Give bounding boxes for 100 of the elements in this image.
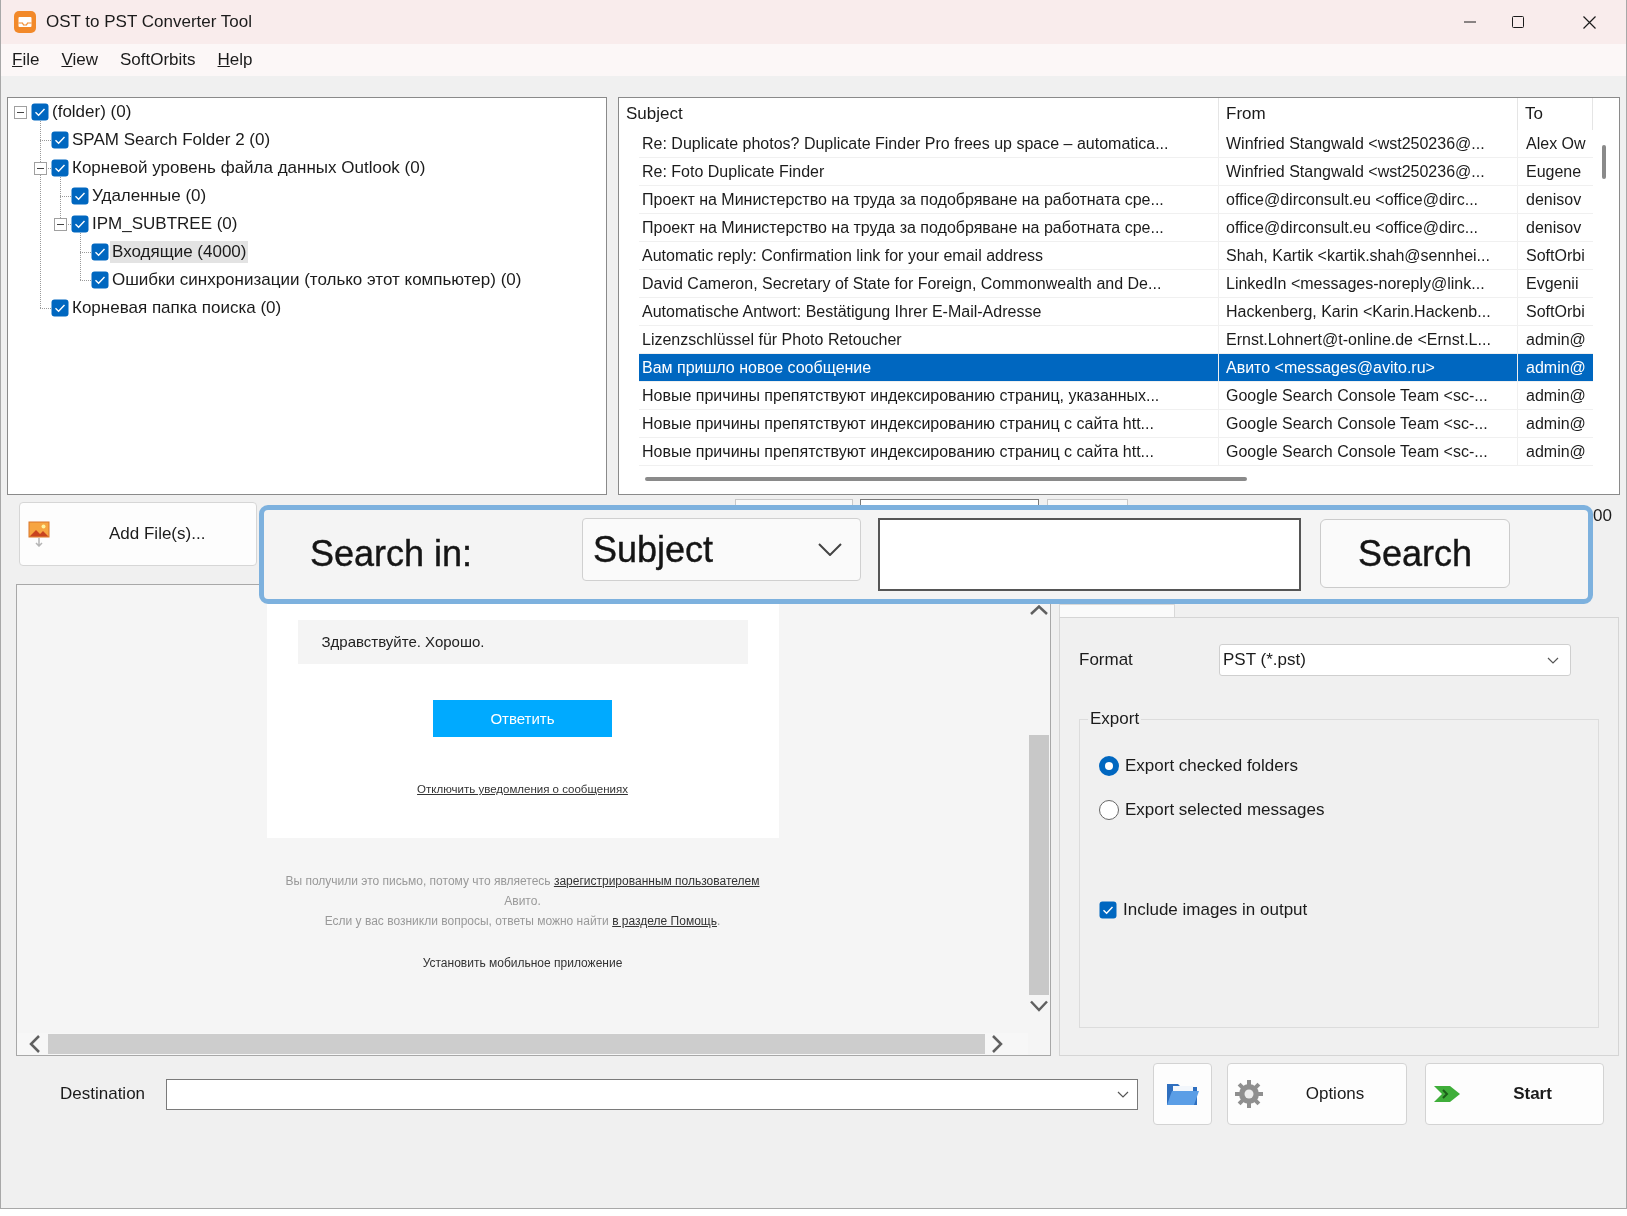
search-label: Search in: — [310, 535, 474, 573]
checkbox[interactable] — [91, 271, 109, 289]
folder-label[interactable]: Корневая папка поиска (0) — [70, 296, 284, 320]
menu-item[interactable]: View — [50, 49, 109, 71]
checkbox[interactable] — [91, 243, 109, 261]
quoted-text: Здравствуйте. Хорошо. — [297, 620, 748, 664]
checkbox[interactable] — [1099, 901, 1117, 919]
start-button[interactable]: Start — [1425, 1063, 1604, 1125]
column-header[interactable]: Subject — [619, 98, 1219, 130]
table-cell-text: Eugene — [1525, 162, 1583, 182]
table-cell-text: Alex Ow — [1525, 134, 1587, 154]
minus-box-icon[interactable] — [54, 217, 67, 231]
table-cell: Shah, Kartik <kartik.shah@sennhei... — [1219, 242, 1518, 269]
checkbox[interactable] — [31, 103, 49, 121]
message-row[interactable]: Новые причины препятствуют индексированию страниц с сайта htt... Google Search Console Team <sc-... admin@ — [639, 410, 1593, 438]
chevron-down-icon[interactable] — [1547, 656, 1559, 664]
table-cell-text: denisov — [1525, 218, 1583, 238]
menu-item[interactable]: SoftOrbits — [108, 49, 207, 71]
table-cell-text: SoftOrbi — [1525, 302, 1586, 322]
browse-button[interactable] — [1153, 1063, 1212, 1125]
table-cell: David Cameron, Secretary of State for Foreign, Commonwealth and De... — [639, 270, 1219, 297]
table-cell: Вам пришло новое сообщение — [639, 354, 1219, 381]
table-cell-text: admin@ — [1525, 358, 1587, 378]
destination-label: Destination — [60, 1083, 147, 1105]
close-icon[interactable] — [1583, 15, 1596, 29]
table-cell: Google Search Console Team <sc-... — [1219, 438, 1518, 465]
message-row[interactable]: Новые причины препятствуют индексированию страниц с сайта htt... Google Search Console Team <sc-... admin@ — [639, 438, 1593, 466]
folder-label[interactable]: (folder) (0) — [50, 100, 134, 124]
checkbox[interactable] — [51, 299, 69, 317]
table-cell-text: Evgenii — [1525, 274, 1580, 294]
table-cell: Ernst.Lohnert@t-online.de <Ernst.L... — [1219, 326, 1518, 353]
option-label[interactable]: Export checked folders — [1125, 755, 1298, 777]
menu-item[interactable]: File — [1, 49, 51, 71]
chevron-down-icon[interactable] — [818, 543, 842, 556]
table-cell: Новые причины препятствуют индексированию страниц, указанных... — [639, 382, 1219, 409]
option-label[interactable]: Export selected messages — [1125, 799, 1325, 821]
table-cell: Winfried Stangwald <wst250236@... — [1219, 130, 1518, 157]
unsubscribe-link[interactable]: Отключить уведомления о сообщениях — [417, 783, 628, 795]
folder-label[interactable]: Ошибки синхронизации (только этот компьютер) (0) — [110, 268, 524, 292]
column-header[interactable]: From — [1219, 98, 1518, 130]
message-row[interactable]: Re: Foto Duplicate Finder Winfried Stangwald <wst250236@... Eugene — [639, 158, 1593, 186]
message-row[interactable]: Automatic reply: Confirmation link for your email address Shah, Kartik <kartik.shah@sennhei... SoftOrbi — [639, 242, 1593, 270]
checkbox[interactable] — [51, 131, 69, 149]
maximize-icon[interactable] — [1512, 16, 1524, 28]
scrollbar-thumb[interactable] — [48, 1034, 985, 1054]
message-row[interactable]: Проект на Министерство на труда за подобряване на работната сре... office@dirconsult.eu <office@dirc... denisov — [639, 214, 1593, 242]
field-select[interactable]: Subject — [582, 518, 861, 581]
message-row[interactable]: Automatische Antwort: Bestätigung Ihrer E-Mail-Adresse Hackenberg, Karin <Karin.Hackenb... SoftOrbi — [639, 298, 1593, 326]
arrow-right-icon — [1434, 1084, 1462, 1104]
checkbox[interactable] — [51, 159, 69, 177]
tab[interactable] — [860, 499, 1039, 505]
destination-field[interactable] — [166, 1078, 1138, 1110]
install-app-link[interactable]: Установить мобильное приложение — [422, 956, 623, 970]
radio-button[interactable] — [1099, 800, 1119, 820]
footer-link[interactable]: в разделе Помощь — [612, 914, 717, 928]
chevron-left-icon[interactable] — [29, 1035, 40, 1053]
chevron-down-icon[interactable] — [1117, 1090, 1129, 1098]
chevron-up-icon[interactable] — [1030, 605, 1048, 615]
options-button[interactable]: Options — [1227, 1063, 1407, 1125]
folder-label[interactable]: SPAM Search Folder 2 (0) — [70, 128, 273, 152]
table-cell: Winfried Stangwald <wst250236@... — [1219, 158, 1518, 185]
folder-label[interactable]: Удаленные (0) — [90, 184, 209, 208]
search-field[interactable] — [878, 518, 1301, 591]
checkbox[interactable] — [71, 187, 89, 205]
format-select[interactable]: PST (*.pst) — [1219, 644, 1571, 676]
add-files-button[interactable]: Add File(s)... — [19, 502, 257, 566]
scrollbar-thumb[interactable] — [645, 477, 1247, 481]
footer-link[interactable]: зарегистрированным пользователем — [553, 874, 760, 888]
table-cell: Авито <messages@avito.ru> — [1219, 354, 1518, 381]
minus-box-icon[interactable] — [14, 105, 27, 119]
table-cell: Новые причины препятствуют индексированию страниц с сайта htt... — [639, 410, 1219, 437]
table-cell: office@dirconsult.eu <office@dirc... — [1219, 186, 1518, 213]
message-row[interactable]: Вам пришло новое сообщение Авито <messages@avito.ru> admin@ — [639, 354, 1593, 382]
menu-item[interactable]: Help — [206, 49, 264, 71]
message-row[interactable]: Проект на Министерство на труда за подобряване на работната сре... office@dirconsult.eu <office@dirc... denisov — [639, 186, 1593, 214]
checkbox[interactable] — [71, 215, 89, 233]
folder-label[interactable]: Корневой уровень файла данных Outlook (0) — [70, 156, 428, 180]
number-text: 00 — [1593, 506, 1612, 527]
scrollbar-thumb[interactable] — [1602, 145, 1606, 179]
table-cell: LinkedIn <messages-noreply@link... — [1219, 270, 1518, 297]
message-row[interactable]: Re: Duplicate photos? Duplicate Finder Pro frees up space – automatica... Winfried Stangwald <wst250236@... Alex Ow — [639, 130, 1593, 158]
column-header[interactable]: To — [1518, 98, 1593, 130]
checkbox-label[interactable]: Include images in output — [1123, 899, 1308, 921]
folder-label[interactable]: Входящие (4000) — [110, 240, 249, 264]
folder-icon — [1166, 1083, 1199, 1105]
scrollbar-thumb[interactable] — [1029, 735, 1049, 995]
chevron-down-icon[interactable] — [1030, 1000, 1048, 1012]
minus-box-icon[interactable] — [34, 161, 47, 175]
table-cell-text: admin@ — [1525, 414, 1587, 434]
search-button[interactable]: Search — [1320, 519, 1510, 588]
table-cell: Google Search Console Team <sc-... — [1219, 382, 1518, 409]
folder-label[interactable]: IPM_SUBTREE (0) — [90, 212, 240, 236]
table-cell-text: admin@ — [1525, 442, 1587, 462]
format-label: Format — [1079, 649, 1134, 671]
message-row[interactable]: David Cameron, Secretary of State for Foreign, Commonwealth and De... LinkedIn <messages-noreply@link... Evgenii — [639, 270, 1593, 298]
gear-icon — [1234, 1079, 1264, 1109]
radio-button[interactable] — [1099, 756, 1119, 776]
table-cell: Re: Duplicate photos? Duplicate Finder Pro frees up space – automatica... — [639, 130, 1219, 157]
chevron-right-icon[interactable] — [992, 1035, 1003, 1053]
message-row[interactable]: Новые причины препятствуют индексированию страниц, указанных... Google Search Console Team <sc-... admin@ — [639, 382, 1593, 410]
